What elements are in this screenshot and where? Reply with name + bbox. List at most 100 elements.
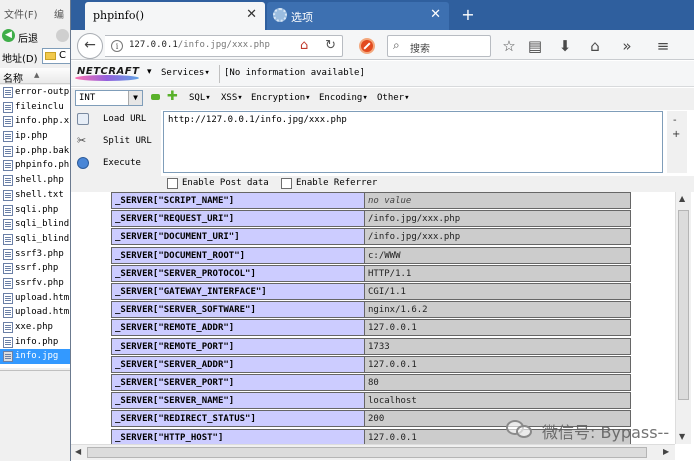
overflow-chevron-icon[interactable]: »: [617, 36, 637, 56]
scroll-thumb[interactable]: [87, 447, 647, 458]
hackbar-checkboxes: Enable Post data Enable Referrer: [71, 176, 694, 192]
file-icon: [3, 336, 13, 348]
file-list-item[interactable]: ssrf.php: [0, 261, 70, 276]
file-icon: [3, 219, 13, 231]
column-header-name[interactable]: 名称 ▲: [0, 68, 70, 85]
menu-encoding[interactable]: Encoding▾: [319, 93, 368, 103]
tab-options[interactable]: 选项 ✕: [267, 2, 449, 30]
menu-edit[interactable]: 编: [54, 6, 64, 21]
info-icon[interactable]: i: [111, 40, 123, 52]
hackbar-toolbar: INT ▼ ✚ SQL▾ XSS▾ Encryption▾ Encoding▾ …: [71, 88, 694, 110]
scroll-down-icon[interactable]: ▼: [679, 432, 685, 441]
file-icon: [3, 145, 13, 157]
home-icon[interactable]: ⌂: [300, 39, 314, 53]
file-list-item[interactable]: ip.php: [0, 129, 70, 144]
table-key-cell: _SERVER["REDIRECT_STATUS"]: [111, 410, 365, 428]
scissors-icon: ✂: [77, 134, 87, 147]
file-list-item[interactable]: shell.txt: [0, 188, 70, 203]
netcraft-logo[interactable]: NETCRAFT: [75, 66, 141, 82]
netcraft-info-text: [No information available]: [219, 65, 369, 83]
minus-icon[interactable]: [151, 94, 160, 100]
file-icon: [3, 87, 13, 98]
netcraft-services-menu[interactable]: Services▾: [161, 68, 210, 78]
download-icon[interactable]: ⬇: [555, 36, 575, 56]
menu-sql[interactable]: SQL▾: [189, 93, 211, 103]
new-tab-button[interactable]: +: [459, 6, 477, 24]
url-bar[interactable]: i 127.0.0.1/info.jpg/xxx.php ⌂ ↻: [105, 35, 343, 57]
explorer-back-button[interactable]: ◀ 后退: [0, 26, 74, 46]
file-list-item[interactable]: shell.php: [0, 173, 70, 188]
scroll-left-icon[interactable]: ◀: [75, 447, 81, 456]
horizontal-scrollbar[interactable]: ◀ ▶: [71, 444, 675, 460]
tab-title: phpinfo(): [93, 9, 145, 22]
back-arrow-icon: ◀: [2, 29, 15, 42]
hackbar-url-textarea[interactable]: http://127.0.0.1/info.jpg/xxx.php: [163, 111, 663, 173]
scroll-up-icon[interactable]: ▲: [679, 194, 685, 203]
file-name: ssrf3.php: [15, 248, 64, 259]
table-key-cell: _SERVER["SERVER_SOFTWARE"]: [111, 301, 365, 319]
reload-icon[interactable]: ↻: [325, 38, 336, 53]
file-icon: [3, 248, 13, 260]
table-row: _SERVER["REMOTE_ADDR"] 127.0.0.1: [111, 319, 631, 337]
vertical-scrollbar[interactable]: ▲ ▼: [675, 192, 691, 444]
explorer-status-area: [0, 370, 74, 461]
hackbar-url-value: http://127.0.0.1/info.jpg/xxx.php: [168, 115, 347, 125]
file-list-item[interactable]: sqli_blind: [0, 217, 70, 232]
file-list-item[interactable]: upload.htm: [0, 305, 70, 320]
tab-phpinfo[interactable]: phpinfo() ✕: [85, 2, 265, 30]
file-icon: [3, 204, 13, 216]
file-name: shell.php: [15, 175, 64, 186]
menu-xss[interactable]: XSS▾: [221, 93, 243, 103]
sort-up-icon: ▲: [34, 71, 40, 79]
back-label: 后退: [18, 34, 38, 45]
file-list-item[interactable]: upload.htm: [0, 291, 70, 306]
hackbar-type-select[interactable]: INT ▼: [75, 90, 143, 106]
table-row: _SERVER["SCRIPT_NAME"] no value: [111, 192, 631, 210]
file-name: ip.php: [15, 131, 48, 142]
explorer-menubar: 文件(F) 编: [0, 0, 74, 26]
close-icon[interactable]: ✕: [246, 7, 257, 22]
plus-icon[interactable]: +: [672, 129, 680, 140]
netcraft-brand: NETCRAFT: [77, 66, 140, 77]
menu-encryption[interactable]: Encryption▾: [251, 93, 311, 103]
scroll-thumb[interactable]: [678, 210, 689, 400]
file-icon: [3, 101, 13, 113]
menu-file[interactable]: 文件(F): [4, 6, 38, 21]
file-list-item[interactable]: info.php: [0, 335, 70, 350]
file-name: xxe.php: [15, 322, 53, 332]
file-list-item[interactable]: sqli.php: [0, 203, 70, 218]
adblock-icon[interactable]: [359, 38, 375, 54]
table-row: _SERVER["DOCUMENT_URI"]/info.jpg/xxx.php: [111, 228, 631, 246]
address-value: C: [59, 50, 66, 61]
hamburger-menu-icon[interactable]: ≡: [653, 36, 673, 56]
plus-icon[interactable]: ✚: [167, 90, 179, 103]
file-list-item[interactable]: ssrfv.php: [0, 276, 70, 291]
file-list-item[interactable]: fileinclu: [0, 100, 70, 115]
minus-icon[interactable]: -: [673, 115, 677, 126]
table-key-cell: _SERVER["SCRIPT_NAME"]: [111, 192, 365, 209]
file-list-item[interactable]: xxe.php: [0, 320, 70, 335]
home-icon[interactable]: ⌂: [585, 36, 605, 56]
scroll-right-icon[interactable]: ▶: [663, 447, 669, 456]
file-icon: [3, 277, 13, 289]
reading-list-icon[interactable]: ▤: [525, 36, 545, 56]
search-box[interactable]: ⌕ 搜索: [387, 35, 491, 57]
menu-other[interactable]: Other▾: [377, 93, 410, 103]
file-list-item[interactable]: ip.php.bak: [0, 144, 70, 159]
back-button[interactable]: ←: [77, 33, 103, 59]
file-list-item[interactable]: info.php.x: [0, 114, 70, 129]
bookmark-star-icon[interactable]: ☆: [499, 36, 519, 56]
file-list-item[interactable]: phpinfo.ph: [0, 158, 70, 173]
file-list-item[interactable]: sqli_blind: [0, 232, 70, 247]
file-list-item[interactable]: error-outp: [0, 85, 70, 100]
dropdown-arrow-icon[interactable]: ▾: [147, 67, 152, 77]
table-row: _SERVER["REQUEST_URI"]/info.jpg/xxx.php: [111, 210, 631, 228]
file-list-item[interactable]: info.jpg: [0, 349, 70, 365]
file-list-item[interactable]: ssrf3.php: [0, 247, 70, 262]
search-placeholder: 搜索: [410, 44, 430, 55]
address-input[interactable]: C: [42, 48, 72, 64]
url-path: /info.jpg/xxx.php: [177, 40, 270, 50]
hackbar-actions: Load URL ✂ Split URL Execute: [71, 110, 161, 176]
close-icon[interactable]: ✕: [430, 7, 441, 22]
forward-arrow-icon[interactable]: [56, 29, 69, 42]
